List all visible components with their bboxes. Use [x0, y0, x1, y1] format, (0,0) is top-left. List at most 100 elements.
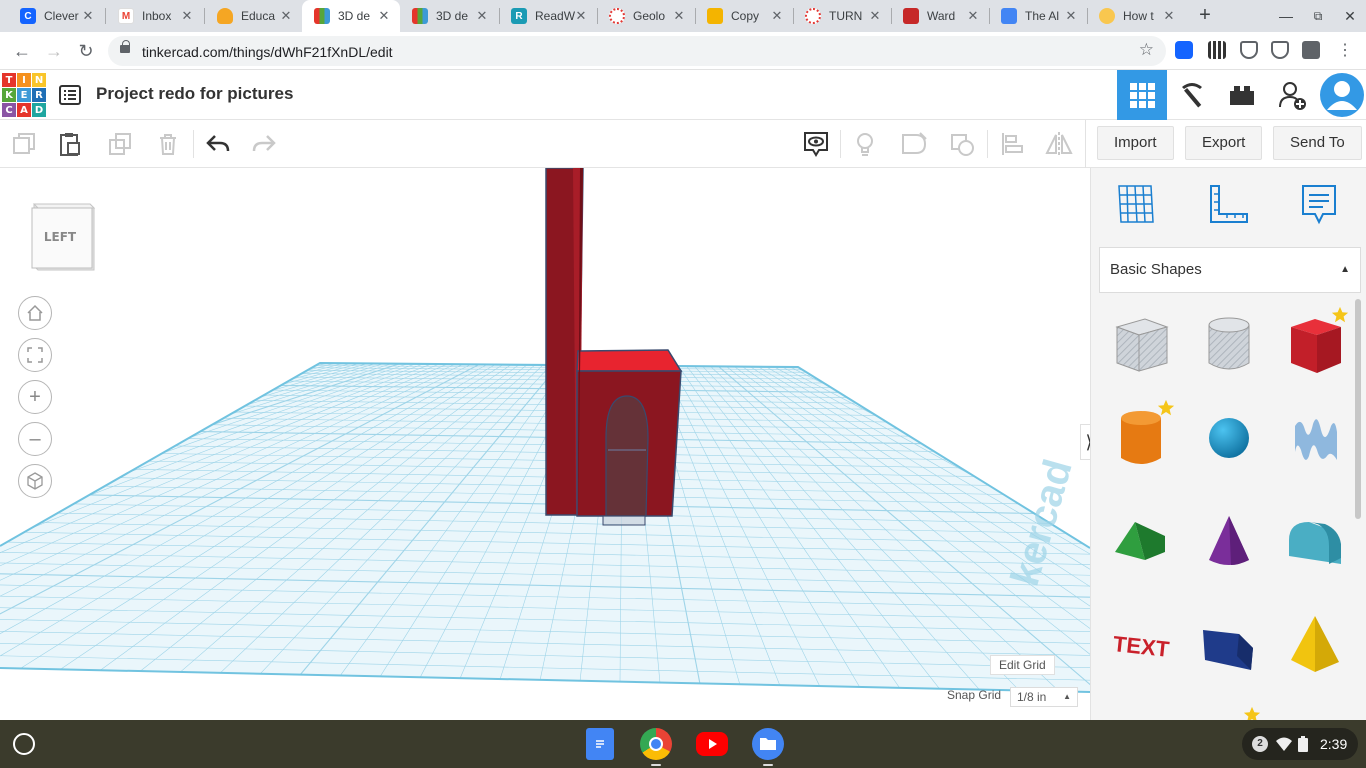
show-all-notes-icon[interactable]: [802, 130, 830, 158]
launcher-icon[interactable]: [13, 733, 35, 755]
forward-icon[interactable]: →: [42, 39, 66, 63]
minecraft-mode-button[interactable]: [1167, 70, 1217, 120]
duplicate-icon[interactable]: [106, 130, 134, 158]
group-icon[interactable]: [900, 130, 928, 158]
close-tab-icon[interactable]: ✕: [179, 8, 195, 24]
delete-icon[interactable]: [154, 130, 182, 158]
close-tab-icon[interactable]: ✕: [573, 8, 589, 24]
clever-extension-icon[interactable]: [1175, 41, 1193, 59]
address-bar[interactable]: tinkercad.com/things/dWhF21fXnDL/edit ☆: [108, 36, 1166, 66]
browser-tab[interactable]: M Inbox ✕: [106, 0, 203, 32]
undo-icon[interactable]: [204, 130, 232, 158]
files-icon[interactable]: [752, 728, 784, 760]
panel-scrollbar[interactable]: [1355, 299, 1361, 519]
pyramid-icon[interactable]: [1285, 612, 1345, 676]
close-window-icon[interactable]: ✕: [1338, 4, 1362, 28]
browser-tab[interactable]: Educa ✕: [205, 0, 302, 32]
browser-menu-icon[interactable]: ⋮: [1333, 39, 1357, 63]
box-hole-icon[interactable]: [1111, 313, 1171, 377]
battery-icon: [1298, 736, 1308, 752]
svg-text:TEXT: TEXT: [1112, 631, 1171, 662]
scribble-icon[interactable]: [1285, 406, 1345, 470]
close-tab-icon[interactable]: ✕: [1161, 8, 1177, 24]
back-icon[interactable]: ←: [10, 39, 34, 63]
youtube-icon[interactable]: [696, 732, 728, 756]
new-tab-button[interactable]: +: [1193, 4, 1217, 28]
mirror-icon[interactable]: [1045, 130, 1073, 158]
zoom-out-button[interactable]: –: [18, 422, 52, 456]
share-button[interactable]: [1267, 70, 1317, 120]
tab-title: 3D de: [338, 9, 371, 23]
lego-bricks-button[interactable]: [1217, 70, 1267, 120]
shield-check-extension-icon[interactable]: [1271, 41, 1289, 59]
google-docs-icon[interactable]: [586, 728, 614, 760]
browser-tab-active[interactable]: 3D de ✕: [302, 0, 400, 32]
browser-tab[interactable]: TURN ✕: [793, 0, 891, 32]
project-title[interactable]: Project redo for pictures: [96, 84, 293, 104]
workplane-viewport[interactable]: kercad LEFT + – Edit Grid Snap Grid 1/8 …: [0, 168, 1090, 720]
restore-icon[interactable]: ⧉: [1306, 4, 1330, 28]
export-button[interactable]: Export: [1185, 126, 1263, 160]
workplane-icon[interactable]: [1113, 182, 1157, 226]
browser-tab[interactable]: R ReadW ✕: [499, 0, 597, 32]
browser-tab[interactable]: Geolo ✕: [597, 0, 695, 32]
cone-icon[interactable]: [1199, 510, 1259, 574]
close-tab-icon[interactable]: ✕: [769, 8, 785, 24]
qr-code-extension-icon[interactable]: [1208, 41, 1226, 59]
close-tab-icon[interactable]: ✕: [278, 8, 294, 24]
notes-icon[interactable]: [1297, 182, 1341, 226]
roof-icon[interactable]: [1111, 510, 1171, 574]
view-cube[interactable]: LEFT: [28, 198, 96, 274]
tinkercad-logo[interactable]: T I N K E R C A D: [2, 73, 46, 117]
close-tab-icon[interactable]: ✕: [474, 8, 490, 24]
ungroup-icon[interactable]: [949, 130, 977, 158]
redo-icon[interactable]: [250, 130, 278, 158]
ruler-icon[interactable]: [1205, 182, 1249, 226]
close-tab-icon[interactable]: ✕: [965, 8, 981, 24]
browser-tab[interactable]: Ward ✕: [891, 0, 989, 32]
cube-icon: [27, 472, 43, 490]
close-tab-icon[interactable]: ✕: [376, 8, 392, 24]
reload-icon[interactable]: ↻: [74, 39, 98, 63]
snap-grid-select[interactable]: 1/8 in ▲: [1010, 687, 1078, 707]
design-list-icon[interactable]: [58, 83, 82, 107]
import-button[interactable]: Import: [1097, 126, 1174, 160]
status-tray[interactable]: 2 2:39: [1242, 728, 1358, 760]
align-icon[interactable]: [998, 130, 1026, 158]
bookmark-star-icon[interactable]: ☆: [1139, 40, 1154, 60]
close-tab-icon[interactable]: ✕: [1063, 8, 1079, 24]
browser-tab[interactable]: Copy ✕: [695, 0, 793, 32]
send-to-button[interactable]: Send To: [1273, 126, 1362, 160]
lightbulb-icon[interactable]: [851, 130, 879, 158]
shield-extension-icon[interactable]: [1240, 41, 1258, 59]
close-tab-icon[interactable]: ✕: [671, 8, 687, 24]
browser-tab[interactable]: How t ✕: [1087, 0, 1185, 32]
fit-view-button[interactable]: [18, 338, 52, 372]
3d-view-button[interactable]: [1117, 70, 1167, 120]
copy-icon[interactable]: [10, 130, 38, 158]
workplane-scene[interactable]: kercad: [0, 168, 1090, 720]
sphere-icon[interactable]: [1199, 406, 1259, 470]
user-profile-button[interactable]: [1317, 70, 1366, 120]
text-icon[interactable]: TEXT: [1111, 612, 1171, 676]
edit-grid-button[interactable]: Edit Grid: [990, 655, 1055, 675]
door-hole-shape[interactable]: [602, 395, 649, 526]
shape-category-select[interactable]: Basic Shapes ▲: [1099, 247, 1361, 293]
cylinder-hole-icon[interactable]: [1199, 313, 1259, 377]
close-tab-icon[interactable]: ✕: [80, 8, 96, 24]
wedge-icon[interactable]: [1199, 612, 1259, 676]
close-tab-icon[interactable]: ✕: [867, 8, 883, 24]
browser-tab[interactable]: C Clever ✕: [8, 0, 104, 32]
round-roof-icon[interactable]: [1285, 510, 1345, 574]
perspective-button[interactable]: [18, 464, 52, 498]
browser-tab[interactable]: 3D de ✕: [400, 0, 498, 32]
zoom-in-button[interactable]: +: [18, 380, 52, 414]
home-view-button[interactable]: [18, 296, 52, 330]
browser-tab[interactable]: The Al ✕: [989, 0, 1087, 32]
extensions-puzzle-icon[interactable]: [1302, 41, 1320, 59]
chrome-icon[interactable]: [640, 728, 672, 760]
tinkercad-icon: [314, 8, 330, 24]
paste-icon[interactable]: [56, 130, 84, 158]
docs-icon: [1001, 8, 1017, 24]
minimize-icon[interactable]: —: [1274, 4, 1298, 28]
